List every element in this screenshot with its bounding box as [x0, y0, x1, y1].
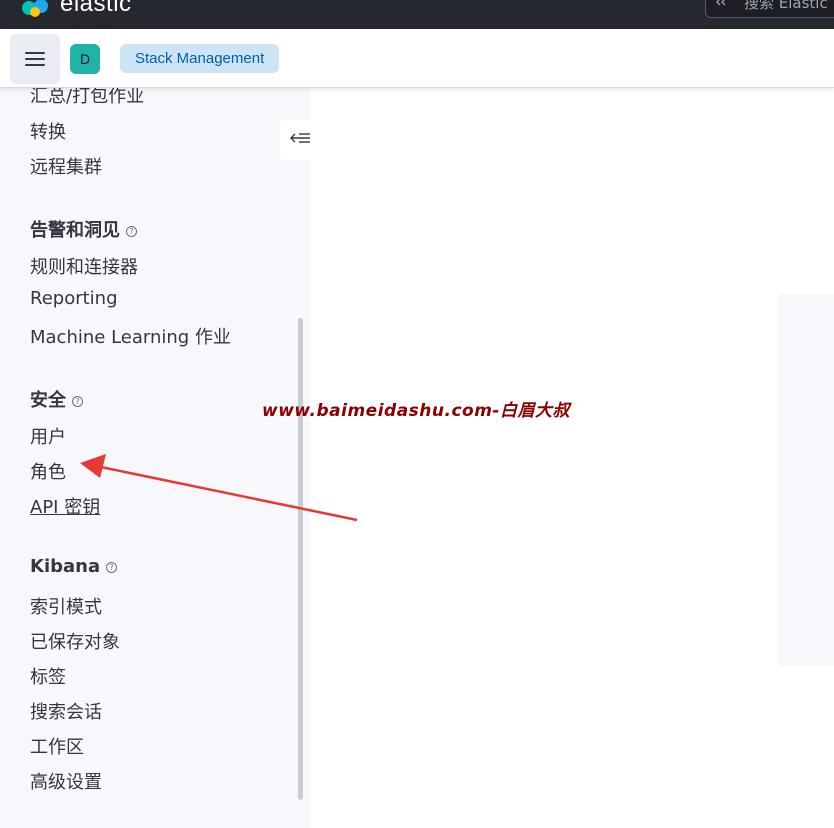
sidebar-item-reporting[interactable]: Reporting [30, 288, 118, 309]
top-navigation-bar: elastic 搜索 Elastic [0, 0, 834, 29]
group-title-security: 安全? [30, 386, 83, 412]
space-avatar[interactable]: D [70, 44, 100, 74]
group-title-kibana-label: Kibana [30, 556, 101, 577]
sidebar-item-api-keys[interactable]: API 密钥 [30, 493, 100, 519]
logo-text[interactable]: elastic [60, 0, 132, 18]
sidebar-item-index-patterns[interactable]: 索引模式 [30, 593, 102, 619]
sidebar-item-saved-objects[interactable]: 已保存对象 [30, 628, 120, 654]
sidebar-item-search-sessions[interactable]: 搜索会话 [30, 698, 102, 724]
breadcrumb[interactable]: Stack Management [120, 44, 280, 73]
content-panel [777, 294, 834, 666]
sidebar-item-roles[interactable]: 角色 [30, 458, 66, 484]
question-icon[interactable]: ? [72, 395, 83, 407]
sidebar-item-rules-connectors[interactable]: 规则和连接器 [30, 253, 138, 279]
collapse-icon [290, 133, 310, 143]
sidebar-item-workspaces[interactable]: 工作区 [30, 733, 84, 759]
group-title-kibana: Kibana? [30, 556, 118, 577]
question-icon[interactable]: ? [106, 561, 118, 573]
sidebar-item-advanced-settings[interactable]: 高级设置 [30, 768, 102, 794]
hamburger-icon [25, 52, 45, 54]
sidebar-item-users[interactable]: 用户 [30, 423, 66, 449]
search-placeholder: 搜索 Elastic [744, 0, 828, 12]
group-title-alerts: 告警和洞见? [30, 216, 137, 242]
sidebar-item-rollup-jobs[interactable]: 汇总/打包作业 [30, 88, 144, 108]
sidebar-item-tags[interactable]: 标签 [30, 663, 66, 689]
sidebar-item-remote-clusters[interactable]: 远程集群 [30, 153, 102, 179]
search-input[interactable]: 搜索 Elastic [705, 0, 834, 18]
sidebar-item-transforms[interactable]: 转换 [30, 118, 66, 144]
menu-toggle-button[interactable] [10, 34, 60, 84]
main-content [310, 88, 834, 828]
collapse-sidebar-button[interactable] [280, 120, 310, 160]
sidebar-nav: 汇总/打包作业 转换 远程集群 告警和洞见? 规则和连接器 Reporting … [0, 88, 310, 828]
elastic-logo-icon[interactable] [20, 0, 50, 18]
group-title-security-label: 安全 [30, 390, 66, 411]
watermark-text: www.baimeidashu.com-白眉大叔 [262, 401, 570, 421]
search-icon [716, 0, 726, 6]
page-header: D Stack Management [0, 29, 834, 88]
group-title-alerts-label: 告警和洞见 [30, 220, 120, 241]
sidebar-item-ml-jobs[interactable]: Machine Learning 作业 [30, 323, 231, 349]
question-icon[interactable]: ? [126, 225, 137, 237]
sidebar-scrollbar[interactable] [298, 318, 303, 800]
